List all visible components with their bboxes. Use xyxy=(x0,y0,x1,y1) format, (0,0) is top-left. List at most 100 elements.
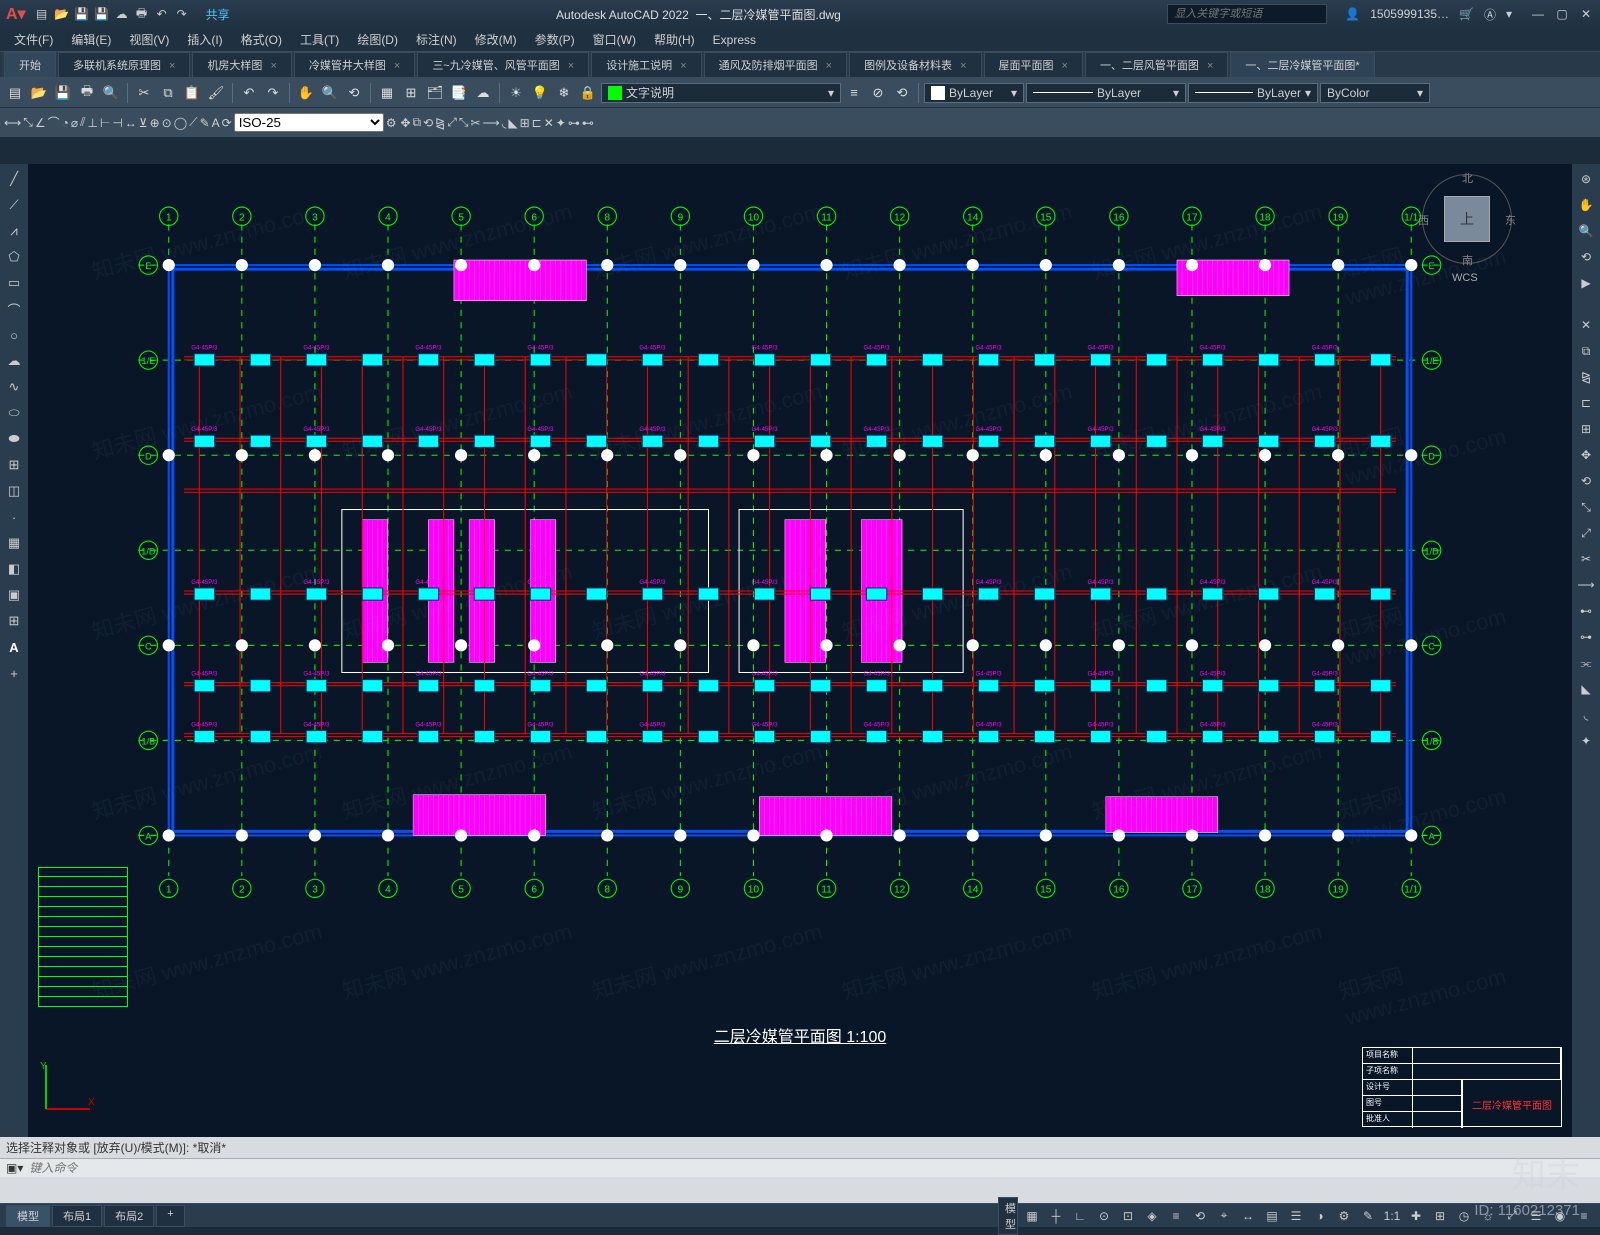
document-tab[interactable]: 一、二层冷媒管平面图* xyxy=(1230,52,1374,77)
revcloud-icon[interactable]: ☁ xyxy=(3,350,25,372)
close-button[interactable]: ✕ xyxy=(1578,7,1594,21)
dim-ordinate-icon[interactable]: ⊥ xyxy=(87,116,97,130)
break-at-point-icon[interactable]: ⊷ xyxy=(1575,600,1597,622)
copy-icon[interactable]: ⧉ xyxy=(157,82,179,104)
linetype-dropdown[interactable]: ByLayer ▾ xyxy=(1026,83,1186,103)
close-tab-icon[interactable]: × xyxy=(960,60,966,72)
rectangle-icon[interactable]: ▭ xyxy=(3,272,25,294)
status-toggle-icon[interactable]: ┼ xyxy=(1046,1209,1066,1223)
document-tab[interactable]: 机房大样图× xyxy=(192,52,291,77)
matchprop-icon[interactable]: 🖌 xyxy=(205,82,227,104)
status-toggle-icon[interactable]: ◈ xyxy=(1142,1209,1162,1223)
status-toggle-icon[interactable]: ≡ xyxy=(1574,1209,1594,1223)
dimstyle-dropdown[interactable]: ISO-25 xyxy=(234,113,384,132)
menu-item[interactable]: 标注(N) xyxy=(408,29,465,50)
navbar-showmotion-icon[interactable]: ▶ xyxy=(1575,272,1597,294)
menu-item[interactable]: 修改(M) xyxy=(467,29,525,50)
qat-redo-icon[interactable]: ↷ xyxy=(174,6,190,22)
dim-aligned-icon[interactable]: ⤡ xyxy=(23,115,33,130)
menu-item[interactable]: 插入(I) xyxy=(179,29,230,50)
help-menu-icon[interactable]: ▾ xyxy=(1506,7,1512,21)
dim-space-icon[interactable]: ↔ xyxy=(125,116,137,130)
cut-icon[interactable]: ✂ xyxy=(133,82,155,104)
document-tab[interactable]: 三~九冷媒管、风管平面图× xyxy=(417,52,589,77)
extend-icon[interactable]: ⟶ xyxy=(483,116,500,130)
dimstyle-manager-icon[interactable]: ⚙ xyxy=(386,116,397,130)
addselected-icon[interactable]: + xyxy=(3,662,25,684)
dim-angular-icon[interactable]: ∠ xyxy=(35,116,46,130)
status-toggle-icon[interactable]: ☼ xyxy=(1478,1209,1498,1223)
dim-update-icon[interactable]: ⟳ xyxy=(222,116,232,130)
explode-icon[interactable]: ✦ xyxy=(1575,730,1597,752)
qat-saveas-icon[interactable]: 💾 xyxy=(94,6,110,22)
properties-icon[interactable]: ▦ xyxy=(376,82,398,104)
plotstyle-dropdown[interactable]: ByColor ▾ xyxy=(1320,83,1430,103)
color-dropdown[interactable]: ByLayer ▾ xyxy=(924,83,1024,103)
close-tab-icon[interactable]: × xyxy=(826,60,832,72)
dim-arc-icon[interactable]: ⌒ xyxy=(48,114,60,131)
break-icon[interactable]: ⊶ xyxy=(1575,626,1597,648)
pan-icon[interactable]: ✋ xyxy=(295,82,317,104)
offset-icon[interactable]: ⊏ xyxy=(1575,392,1597,414)
polygon-icon[interactable]: ⬠ xyxy=(3,246,25,268)
offset-icon[interactable]: ⊏ xyxy=(532,116,542,130)
join-icon[interactable]: ⊶ xyxy=(568,116,580,130)
stretch-icon[interactable]: ⤢ xyxy=(447,115,457,130)
status-toggle-icon[interactable]: ▦ xyxy=(1022,1209,1042,1223)
menu-item[interactable]: 窗口(W) xyxy=(585,29,644,50)
table-icon[interactable]: ⊞ xyxy=(3,610,25,632)
status-toggle-icon[interactable]: ⚙ xyxy=(1334,1209,1354,1223)
status-toggle-icon[interactable]: ∟ xyxy=(1070,1209,1090,1223)
rotate-icon[interactable]: ⟲ xyxy=(1575,470,1597,492)
qat-save-icon[interactable]: 💾 xyxy=(74,6,90,22)
status-toggle-icon[interactable]: ◑ xyxy=(1310,1209,1330,1223)
layer-dropdown[interactable]: 文字说明 ▾ xyxy=(601,83,841,103)
lineweight-dropdown[interactable]: ByLayer ▾ xyxy=(1188,83,1318,103)
status-toggle-icon[interactable]: ✎ xyxy=(1358,1209,1378,1223)
layer-states-icon[interactable]: ≡ xyxy=(843,82,865,104)
menu-item[interactable]: 参数(P) xyxy=(527,29,583,50)
hatch-icon[interactable]: ▦ xyxy=(3,532,25,554)
qat-open-icon[interactable]: 📂 xyxy=(54,6,70,22)
point-icon[interactable]: · xyxy=(3,506,25,528)
navbar-orbit-icon[interactable]: ⟲ xyxy=(1575,246,1597,268)
navbar-zoom-icon[interactable]: 🔍 xyxy=(1575,220,1597,242)
erase-icon[interactable]: ✕ xyxy=(1575,314,1597,336)
copy-icon[interactable]: ⧉ xyxy=(413,115,422,130)
dim-baseline-icon[interactable]: ⊢ xyxy=(100,116,110,130)
copy-icon[interactable]: ⧉ xyxy=(1575,340,1597,362)
polyline-icon[interactable]: ⩘ xyxy=(3,220,25,242)
status-toggle-icon[interactable]: ⊞ xyxy=(1430,1209,1450,1223)
center-mark-icon[interactable]: ⊙ xyxy=(162,116,172,130)
arc-icon[interactable]: ⌒ xyxy=(3,298,25,320)
fillet-icon[interactable]: ◟ xyxy=(502,116,507,130)
status-toggle-icon[interactable]: ⊡ xyxy=(1118,1209,1138,1223)
tolerance-icon[interactable]: ⊕ xyxy=(150,116,160,130)
gradient-icon[interactable]: ◧ xyxy=(3,558,25,580)
layout-tab[interactable]: 布局1 xyxy=(52,1205,102,1227)
layer-isolate-icon[interactable]: ⊘ xyxy=(867,82,889,104)
explode-icon[interactable]: ✦ xyxy=(556,116,566,130)
sun-icon[interactable]: ☀ xyxy=(505,82,527,104)
scale-icon[interactable]: ⤡ xyxy=(1575,496,1597,518)
close-tab-icon[interactable]: × xyxy=(1062,60,1068,72)
rotate-icon[interactable]: ⟲ xyxy=(423,116,433,130)
navbar-wheel-icon[interactable]: ⊛ xyxy=(1575,168,1597,190)
document-tab[interactable]: 设计施工说明× xyxy=(591,52,701,77)
close-tab-icon[interactable]: × xyxy=(394,60,400,72)
lock-icon[interactable]: 🔒 xyxy=(577,82,599,104)
dim-radius-icon[interactable]: ◔ xyxy=(62,116,69,130)
chamfer-icon[interactable]: ◣ xyxy=(508,116,517,130)
close-tab-icon[interactable]: × xyxy=(568,60,574,72)
minimize-button[interactable]: — xyxy=(1530,7,1546,21)
join-icon[interactable]: ⫘ xyxy=(1575,652,1597,674)
menu-item[interactable]: 格式(O) xyxy=(233,29,290,50)
make-block-icon[interactable]: ◫ xyxy=(3,480,25,502)
status-toggle-icon[interactable]: ⟲ xyxy=(1190,1209,1210,1223)
preview-icon[interactable]: 🔍 xyxy=(100,82,122,104)
redo-icon[interactable]: ↷ xyxy=(262,82,284,104)
ribbon-tab-start[interactable]: 开始 xyxy=(4,52,56,77)
stretch-icon[interactable]: ⤢ xyxy=(1575,522,1597,544)
undo-icon[interactable]: ↶ xyxy=(238,82,260,104)
document-tab[interactable]: 多联机系统原理图× xyxy=(58,52,190,77)
